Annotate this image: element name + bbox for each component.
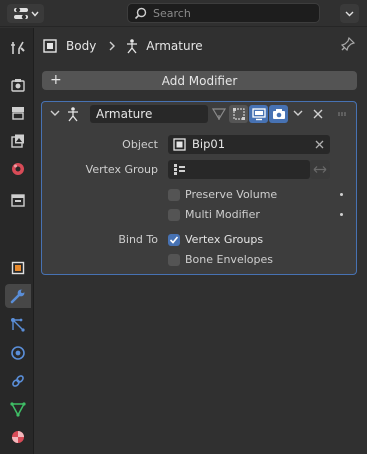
tool-icon [11, 41, 25, 54]
close-icon[interactable] [313, 109, 323, 119]
properties-tabs-sidebar [0, 28, 34, 454]
render-icon [11, 79, 25, 92]
dropdown-chevron-icon[interactable] [293, 110, 303, 117]
object-icon [173, 138, 186, 151]
tab-material[interactable] [5, 425, 31, 449]
armature-icon [127, 39, 138, 54]
breadcrumb: Body Armature [35, 28, 367, 64]
data-icon [10, 402, 26, 417]
world-icon [11, 194, 25, 207]
vertex-groups-checkbox[interactable]: Vertex Groups [168, 233, 263, 246]
multi-modifier-box[interactable] [168, 208, 180, 221]
properties-editor-icon [13, 7, 28, 19]
checkmark-icon [169, 235, 179, 244]
collapse-chevron-icon[interactable] [50, 110, 60, 117]
monitor-icon [251, 108, 266, 121]
view-layer-icon [11, 134, 24, 148]
vertex-group-label: Vertex Group [85, 163, 158, 176]
object-label: Object [122, 138, 158, 151]
material-icon [12, 431, 24, 443]
on-cage-toggle[interactable] [209, 105, 228, 123]
options-dropdown-button[interactable] [340, 4, 359, 23]
search-input[interactable]: Search [127, 3, 320, 23]
pin-icon[interactable] [341, 37, 355, 51]
decorator-dot[interactable] [340, 213, 343, 216]
chevron-down-icon [345, 11, 354, 16]
object-value: Bip01 [192, 137, 226, 151]
object-icon [11, 261, 25, 275]
search-icon [134, 7, 147, 19]
camera-icon [272, 109, 285, 119]
bone-envelopes-box[interactable] [168, 253, 180, 266]
clear-icon[interactable] [315, 140, 324, 149]
render-toggle[interactable] [269, 105, 288, 123]
bind-to-label: Bind To [118, 233, 158, 246]
viewport-display-toggle[interactable] [249, 105, 268, 123]
search-placeholder: Search [153, 6, 191, 20]
tab-particles[interactable] [5, 313, 31, 337]
preserve-volume-box[interactable] [168, 188, 180, 201]
bone-envelopes-checkbox[interactable]: Bone Envelopes [168, 253, 273, 266]
tab-render[interactable] [5, 73, 31, 97]
physics-icon [11, 346, 25, 360]
vertex-groups-label: Vertex Groups [185, 233, 264, 246]
tab-scene[interactable] [5, 157, 31, 181]
preserve-volume-label: Preserve Volume [185, 188, 278, 201]
particles-icon [11, 318, 25, 332]
tab-tool[interactable] [5, 36, 31, 60]
multi-modifier-checkbox[interactable]: Multi Modifier [168, 208, 260, 221]
modifier-name-field[interactable]: Armature [90, 105, 208, 123]
scene-icon [12, 163, 24, 175]
tab-data[interactable] [5, 397, 31, 421]
vertex-group-icon [174, 164, 185, 175]
editor-type-button[interactable] [7, 4, 44, 23]
breadcrumb-armature: Armature [146, 39, 203, 53]
tab-output[interactable] [5, 101, 31, 125]
object-icon [43, 39, 57, 53]
chevron-down-icon [30, 11, 39, 17]
edit-mode-icon [232, 108, 245, 120]
constraints-icon [12, 375, 24, 387]
plus-icon: + [50, 72, 62, 88]
armature-modifier-panel: Armature Object Bip01 Vertex Group Prese… [41, 101, 357, 275]
armature-modifier-icon [68, 107, 78, 122]
tab-physics[interactable] [5, 341, 31, 365]
tab-view-layer[interactable] [5, 129, 31, 153]
bone-envelopes-label: Bone Envelopes [185, 253, 273, 266]
modifier-header: Armature [42, 102, 356, 126]
add-modifier-label: Add Modifier [161, 73, 238, 88]
edit-mode-toggle[interactable] [229, 105, 248, 123]
arrow-left-right-icon [313, 166, 327, 173]
wrench-icon [10, 289, 25, 304]
add-modifier-button[interactable]: + Add Modifier [42, 71, 357, 90]
invert-vertex-group-toggle[interactable] [310, 160, 330, 179]
object-field[interactable]: Bip01 [168, 135, 330, 154]
vertex-groups-box[interactable] [168, 233, 180, 246]
decorator-dot[interactable] [340, 193, 343, 196]
drag-handle-icon[interactable] [338, 112, 348, 116]
chevron-right-icon [109, 41, 116, 51]
preserve-volume-checkbox[interactable]: Preserve Volume [168, 188, 277, 201]
multi-modifier-label: Multi Modifier [185, 208, 260, 221]
tab-constraints[interactable] [5, 369, 31, 393]
tab-modifiers[interactable] [5, 284, 31, 308]
breadcrumb-object: Body [66, 39, 97, 53]
tab-object[interactable] [5, 256, 31, 280]
vertex-group-field[interactable] [168, 160, 310, 179]
top-bar: Search [0, 0, 367, 27]
output-icon [12, 107, 24, 120]
on-cage-icon [211, 108, 226, 121]
tab-world[interactable] [5, 188, 31, 212]
